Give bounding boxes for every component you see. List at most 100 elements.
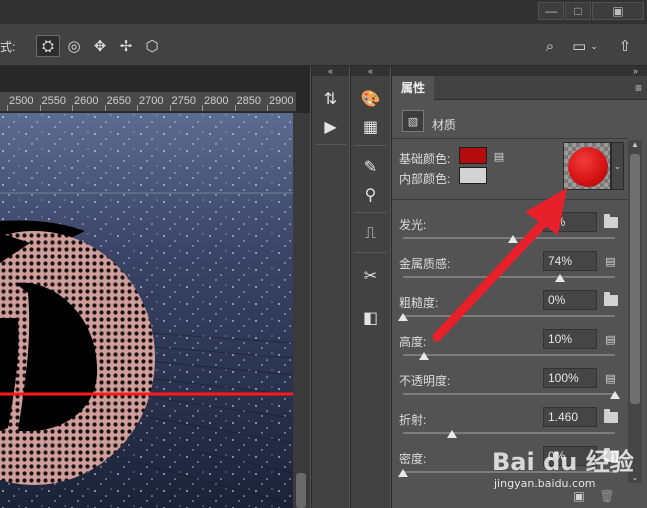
ruler-tick-mark bbox=[202, 105, 203, 111]
slider-knob[interactable] bbox=[554, 274, 565, 282]
slider-label: 不透明度: bbox=[399, 374, 451, 388]
texture-doc-icon[interactable]: ▤ bbox=[604, 254, 617, 268]
slider-knob[interactable] bbox=[610, 391, 620, 399]
ruler-tick-label: 2850 bbox=[236, 95, 261, 107]
actions-play-icon[interactable]: ▶ bbox=[312, 115, 349, 139]
drag-3d-icon[interactable]: ✥ bbox=[88, 35, 112, 57]
slider-value-field[interactable]: 10% bbox=[543, 329, 597, 349]
minimize-button[interactable]: — bbox=[538, 2, 564, 20]
ruler-tick-mark bbox=[234, 105, 236, 111]
slider-knob[interactable] bbox=[419, 352, 430, 360]
folder-icon[interactable] bbox=[604, 214, 618, 228]
document-canvas-region: 2500 2550 2600 2650 2700 2750 2800 2850 2900 bbox=[0, 66, 310, 508]
collapse-dock-icon[interactable]: « bbox=[312, 66, 349, 76]
chevron-down-icon: ⌄ bbox=[590, 40, 598, 51]
ruler-tick-mark bbox=[267, 105, 268, 111]
slider-label: 高度: bbox=[399, 335, 427, 349]
properties-scrollbar[interactable]: ▲ ⌄ bbox=[628, 140, 642, 483]
orbit-3d-icon[interactable]: ⛭ bbox=[36, 35, 60, 57]
slider-knob[interactable] bbox=[446, 430, 457, 438]
texture-doc-icon[interactable]: ▤ bbox=[604, 371, 617, 385]
slider-knob[interactable] bbox=[508, 235, 519, 243]
dock-divider bbox=[316, 144, 346, 145]
close-button[interactable]: ▣ bbox=[592, 2, 644, 20]
ruler-tick-mark bbox=[169, 105, 171, 111]
scrollbar-thumb[interactable] bbox=[630, 154, 640, 404]
slider-label: 密度: bbox=[399, 452, 427, 466]
folder-icon[interactable] bbox=[604, 292, 618, 306]
base-color-swatch[interactable] bbox=[459, 147, 487, 164]
slider-track[interactable] bbox=[403, 432, 615, 434]
material-icon: ▧ bbox=[402, 110, 424, 132]
texture-doc-icon[interactable]: ▤ bbox=[604, 332, 617, 346]
ruler-tick-label: 2800 bbox=[204, 95, 229, 107]
material-label: 材质 bbox=[432, 118, 457, 132]
slider-label: 发光: bbox=[399, 218, 427, 232]
slider-knob[interactable] bbox=[398, 313, 408, 321]
properties-panel: » 属性 ≡ ▧ 材质 基础颜色: ▤ 内部颜色: ⌄ 发光: 0% 金属质感: 74… bbox=[391, 66, 647, 508]
folder-icon[interactable] bbox=[604, 448, 618, 462]
folder-icon[interactable] bbox=[604, 409, 618, 423]
notes-icon[interactable]: ◧ bbox=[351, 306, 390, 330]
properties-tab-bar: 属性 ≡ bbox=[392, 76, 647, 100]
slider-value-field[interactable]: 100% bbox=[543, 368, 597, 388]
material-picker-dropdown[interactable]: ⌄ bbox=[611, 142, 624, 190]
brush-icon[interactable]: ✎ bbox=[351, 155, 390, 179]
ruler-tick-label: 2900 bbox=[269, 95, 294, 107]
search-icon[interactable]: ⌕ bbox=[540, 36, 560, 56]
swatches-grid-icon[interactable]: ▦ bbox=[351, 115, 390, 139]
panel-menu-icon[interactable]: ≡ bbox=[635, 81, 642, 95]
history-panel-icon[interactable]: ⇅ bbox=[312, 87, 349, 111]
collapse-dock-icon[interactable]: « bbox=[351, 66, 390, 76]
new-material-icon[interactable]: ▣ bbox=[572, 489, 586, 503]
scale-3d-icon[interactable]: ⬡ bbox=[140, 35, 164, 57]
roll-3d-icon[interactable]: ◎ bbox=[62, 35, 86, 57]
slider-track[interactable] bbox=[403, 276, 615, 278]
scrollbar-thumb[interactable] bbox=[296, 473, 306, 508]
title-bar: — □ ▣ bbox=[0, 0, 647, 24]
color-palette-icon[interactable]: 🎨 bbox=[351, 87, 390, 111]
slider-track[interactable] bbox=[403, 393, 615, 395]
slider-track[interactable] bbox=[403, 354, 615, 356]
slide-3d-icon[interactable]: ✢ bbox=[114, 35, 138, 57]
slider-value-field[interactable]: 1.460 bbox=[543, 407, 597, 427]
slider-value-field[interactable]: 74% bbox=[543, 251, 597, 271]
brush-settings-icon[interactable]: ⚲ bbox=[351, 183, 390, 207]
workspace-switcher-icon[interactable]: ▭ ⌄ bbox=[570, 36, 600, 56]
ruler-tick-mark bbox=[7, 105, 8, 111]
panel-dock-right: « 🎨 ▦ ✎ ⚲ ⎍ ✂ ◧ bbox=[350, 66, 390, 508]
scroll-up-icon[interactable]: ▲ bbox=[628, 140, 642, 150]
tab-properties[interactable]: 属性 bbox=[392, 76, 435, 100]
ruler-tick-label: 2500 bbox=[9, 95, 34, 107]
slider-knob[interactable] bbox=[398, 469, 408, 477]
slider-label: 金属质感: bbox=[399, 257, 451, 271]
material-preview[interactable] bbox=[563, 142, 611, 190]
section-divider bbox=[392, 199, 628, 200]
tools-icon[interactable]: ✂ bbox=[351, 264, 390, 288]
base-texture-doc-icon[interactable]: ▤ bbox=[492, 149, 506, 163]
canvas-vertical-scrollbar[interactable] bbox=[293, 113, 310, 508]
horizontal-ruler: 2500 2550 2600 2650 2700 2750 2800 2850 2900 bbox=[0, 92, 296, 112]
dock-divider bbox=[355, 252, 387, 253]
slider-value-field[interactable]: 0% bbox=[543, 446, 597, 466]
restore-button[interactable]: □ bbox=[565, 2, 591, 20]
panel-dock-left: « ⇅ ▶ bbox=[311, 66, 349, 508]
dock-divider bbox=[355, 212, 387, 213]
slider-value-field[interactable]: 0% bbox=[543, 290, 597, 310]
slider-label: 折射: bbox=[399, 413, 427, 427]
scroll-down-icon[interactable]: ⌄ bbox=[628, 473, 642, 483]
slider-value-field[interactable]: 0% bbox=[543, 212, 597, 232]
ruler-tick-mark bbox=[104, 105, 106, 111]
mode-label: 式: bbox=[0, 40, 16, 54]
ruler-tick-label: 2700 bbox=[139, 95, 164, 107]
clone-source-icon[interactable]: ⎍ bbox=[351, 222, 390, 246]
slider-track[interactable] bbox=[403, 315, 615, 317]
canvas[interactable] bbox=[0, 113, 293, 508]
ruler-tick-label: 2650 bbox=[106, 95, 131, 107]
slider-track[interactable] bbox=[403, 471, 615, 473]
ruler-tick-label: 2550 bbox=[41, 95, 66, 107]
share-icon[interactable]: ⇧ bbox=[614, 36, 636, 56]
expand-dock-icon[interactable]: » bbox=[392, 66, 647, 76]
trash-icon[interactable]: 🗑 bbox=[599, 489, 614, 503]
inner-color-swatch[interactable] bbox=[459, 167, 487, 184]
